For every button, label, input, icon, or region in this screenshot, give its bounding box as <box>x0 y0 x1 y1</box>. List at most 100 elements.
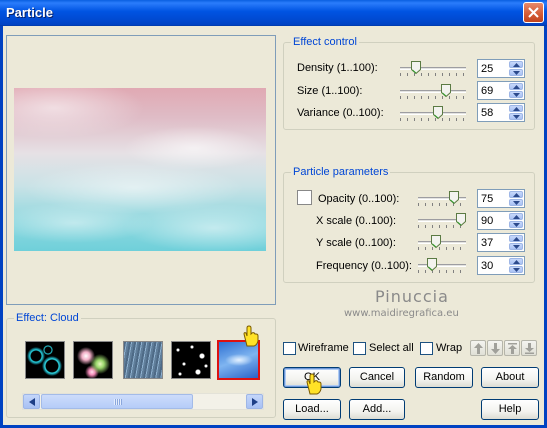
scroll-left-button[interactable] <box>23 394 40 409</box>
hand-pointer-icon <box>243 325 259 347</box>
wireframe-checkbox[interactable] <box>283 342 296 355</box>
arrow-bottom-icon <box>525 343 534 354</box>
effect-thumb-rain[interactable] <box>123 341 163 379</box>
density-slider[interactable] <box>400 61 466 76</box>
x-scale-spinner[interactable]: 90 <box>477 211 525 230</box>
wrap-checkbox[interactable] <box>420 342 433 355</box>
move-bottom-button[interactable] <box>521 340 537 356</box>
arrow-up-icon <box>513 215 520 219</box>
watermark-url: www.maidiregrafica.eu <box>344 308 459 319</box>
wrap-label: Wrap <box>436 342 463 354</box>
spin-up-button[interactable] <box>509 83 523 90</box>
cancel-button[interactable]: Cancel <box>349 367 405 388</box>
preview-image <box>14 88 266 251</box>
slider-thumb[interactable] <box>410 61 421 74</box>
spin-down-button[interactable] <box>509 199 523 206</box>
effect-scrollbar[interactable] <box>22 393 264 410</box>
x-scale-label: X scale (0..100): <box>316 215 397 227</box>
effect-control-title: Effect control <box>291 36 359 48</box>
scroll-thumb[interactable] <box>41 394 193 409</box>
opacity-slider[interactable] <box>418 191 466 206</box>
load-button[interactable]: Load... <box>283 399 341 420</box>
spin-down-button[interactable] <box>509 266 523 273</box>
opacity-value[interactable]: 75 <box>481 193 493 205</box>
close-button[interactable] <box>523 2 544 23</box>
spin-down-button[interactable] <box>509 113 523 120</box>
hand-pointer-icon <box>306 373 322 395</box>
move-top-button[interactable] <box>504 340 520 356</box>
density-value[interactable]: 25 <box>481 63 493 75</box>
effect-thumb-snow[interactable] <box>171 341 211 379</box>
size-value[interactable]: 69 <box>481 85 493 97</box>
x-scale-value[interactable]: 90 <box>481 215 493 227</box>
spin-up-button[interactable] <box>509 235 523 242</box>
frequency-spinner[interactable]: 30 <box>477 256 525 275</box>
slider-thumb[interactable] <box>427 258 438 271</box>
density-spinner[interactable]: 25 <box>477 59 525 78</box>
add-button[interactable]: Add... <box>349 399 405 420</box>
arrow-up-icon <box>513 63 520 67</box>
spin-down-button[interactable] <box>509 221 523 228</box>
arrow-down-icon <box>513 71 520 75</box>
spin-up-button[interactable] <box>509 191 523 198</box>
spin-up-button[interactable] <box>509 105 523 112</box>
arrow-up-icon <box>474 343 483 354</box>
effect-thumb-sparkle[interactable] <box>73 341 113 379</box>
watermark-name: Pinuccia <box>375 287 449 306</box>
spin-up-button[interactable] <box>509 213 523 220</box>
variance-value[interactable]: 58 <box>481 107 493 119</box>
arrow-up-icon <box>513 237 520 241</box>
size-spinner[interactable]: 69 <box>477 81 525 100</box>
y-scale-label: Y scale (0..100): <box>316 237 396 249</box>
slider-thumb[interactable] <box>440 84 451 97</box>
effect-thumb-bubbles[interactable] <box>25 341 65 379</box>
arrow-down-icon <box>491 343 500 354</box>
move-up-button[interactable] <box>470 340 486 356</box>
arrow-up-icon <box>513 85 520 89</box>
opacity-checkbox[interactable] <box>297 190 312 205</box>
close-icon <box>528 7 539 18</box>
spin-down-button[interactable] <box>509 91 523 98</box>
slider-thumb[interactable] <box>456 213 467 226</box>
spin-up-button[interactable] <box>509 61 523 68</box>
spin-up-button[interactable] <box>509 258 523 265</box>
frequency-slider[interactable] <box>418 258 466 273</box>
spin-down-button[interactable] <box>509 243 523 250</box>
title-bar: Particle <box>0 0 547 26</box>
about-button[interactable]: About <box>481 367 539 388</box>
arrow-top-icon <box>508 343 517 354</box>
slider-thumb[interactable] <box>433 106 444 119</box>
y-scale-slider[interactable] <box>418 235 466 250</box>
variance-slider[interactable] <box>400 106 466 121</box>
arrow-right-icon <box>252 398 258 406</box>
select-all-label: Select all <box>369 342 414 354</box>
opacity-spinner[interactable]: 75 <box>477 189 525 208</box>
preview-panel <box>6 35 276 305</box>
move-down-button[interactable] <box>487 340 503 356</box>
frequency-value[interactable]: 30 <box>481 260 493 272</box>
arrow-down-icon <box>513 245 520 249</box>
arrow-down-icon <box>513 93 520 97</box>
spin-down-button[interactable] <box>509 69 523 76</box>
random-button[interactable]: Random <box>415 367 473 388</box>
arrow-down-icon <box>513 201 520 205</box>
arrow-left-icon <box>29 398 35 406</box>
select-all-checkbox[interactable] <box>353 342 366 355</box>
variance-label: Variance (0..100): <box>297 107 384 119</box>
arrow-up-icon <box>513 260 520 264</box>
y-scale-value[interactable]: 37 <box>481 237 493 249</box>
slider-thumb[interactable] <box>449 191 459 204</box>
y-scale-spinner[interactable]: 37 <box>477 233 525 252</box>
opacity-label: Opacity (0..100): <box>318 193 400 205</box>
arrow-up-icon <box>513 107 520 111</box>
slider-thumb[interactable] <box>430 235 441 248</box>
density-label: Density (1..100): <box>297 62 378 74</box>
arrow-up-icon <box>513 193 520 197</box>
help-button[interactable]: Help <box>481 399 539 420</box>
size-slider[interactable] <box>400 84 466 99</box>
x-scale-slider[interactable] <box>418 213 467 228</box>
window-title: Particle <box>6 5 53 20</box>
scroll-right-button[interactable] <box>246 394 263 409</box>
variance-spinner[interactable]: 58 <box>477 103 525 122</box>
arrow-down-icon <box>513 268 520 272</box>
